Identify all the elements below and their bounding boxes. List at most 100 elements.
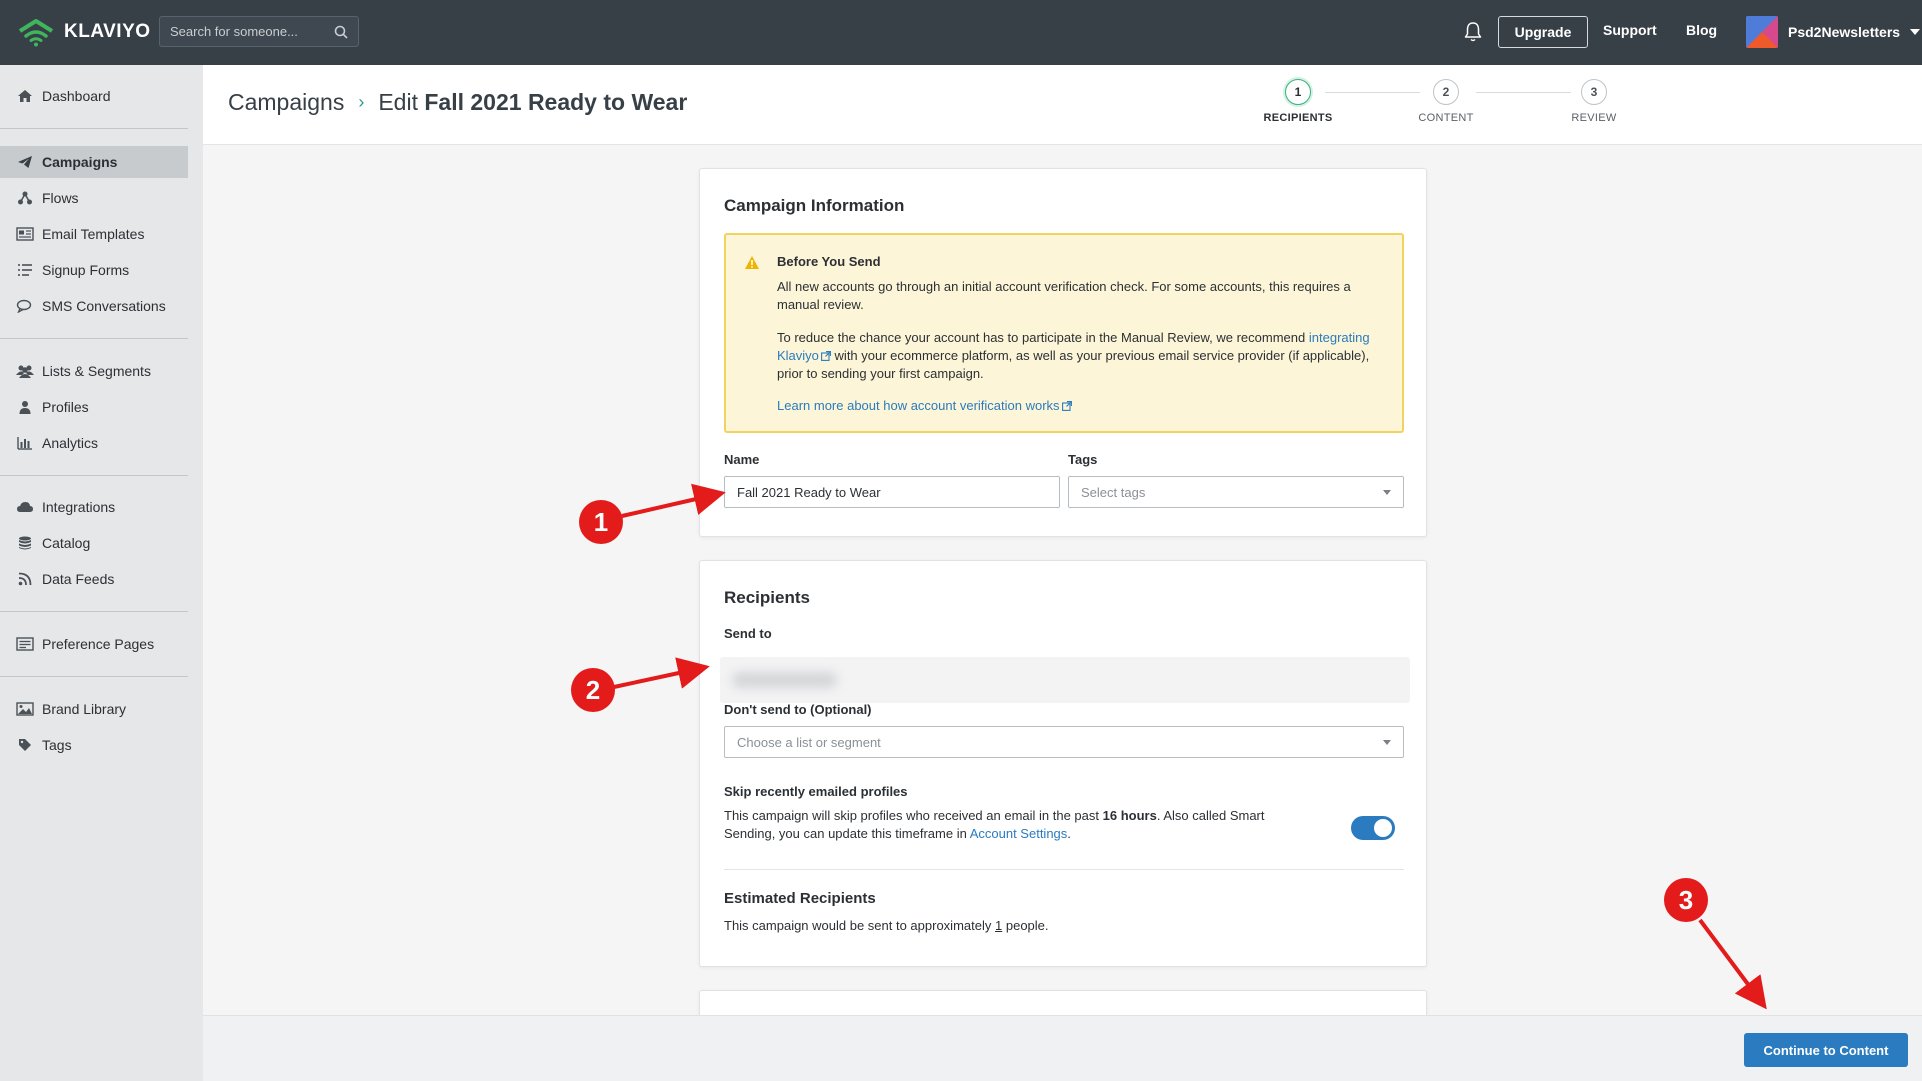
estimated-text: This campaign would be sent to approxima… [724,918,992,933]
breadcrumb: Campaigns › Edit Fall 2021 Ready to Wear [228,89,687,116]
step-review[interactable]: 3 REVIEW [1539,79,1649,124]
form-icon [16,262,34,278]
chevron-down-icon [1910,29,1921,35]
paper-plane-icon [16,154,34,170]
sidebar-item-brand-library[interactable]: Brand Library [0,693,188,725]
wizard-steps: 1 RECIPIENTS 2 CONTENT 3 REVIEW [1243,79,1903,129]
users-icon [16,363,34,379]
exclude-list-select[interactable]: Choose a list or segment [724,726,1404,758]
annotation-arrow-2 [613,657,710,689]
toggle-knob [1374,819,1392,837]
top-navigation-bar: KLAVIYO Search for someone... Upgrade Su… [0,0,1922,65]
sidebar-item-signup-forms[interactable]: Signup Forms [0,254,188,286]
step-label: REVIEW [1571,112,1617,124]
template-icon [16,226,34,242]
logo-text: KLAVIYO [64,21,151,42]
name-label: Name [724,452,760,467]
search-placeholder: Search for someone... [170,24,298,39]
bell-icon[interactable] [1463,21,1483,43]
exclude-list-placeholder: Choose a list or segment [737,734,881,750]
verification-notice: Before You Send All new accounts go thro… [724,233,1404,433]
klaviyo-logo-icon [18,19,54,47]
skip-recently-emailed-label: Skip recently emailed profiles [724,784,908,799]
sidebar-item-label: Dashboard [42,88,111,104]
campaign-title: Fall 2021 Ready to Wear [424,89,688,115]
sidebar-item-integrations[interactable]: Integrations [0,491,188,523]
rss-icon [16,571,34,587]
continue-to-content-button[interactable]: Continue to Content [1744,1033,1908,1067]
blog-link[interactable]: Blog [1686,22,1717,38]
sidebar-item-label: Flows [42,190,79,206]
sidebar-item-flows[interactable]: Flows [0,182,188,214]
redacted-list-chip [732,672,837,688]
account-avatar [1746,16,1778,48]
sidebar-item-sms-conversations[interactable]: SMS Conversations [0,290,188,322]
upgrade-button[interactable]: Upgrade [1498,16,1588,48]
send-to-select-redacted[interactable] [720,657,1410,703]
preference-icon [16,636,34,652]
smart-sending-description: This campaign will skip profiles who rec… [724,807,1284,843]
cloud-icon [16,499,34,515]
sidebar-item-label: Analytics [42,435,99,451]
sidebar-item-profiles[interactable]: Profiles [0,391,188,423]
sidebar-item-campaigns[interactable]: Campaigns [0,146,188,178]
send-to-label: Send to [724,626,772,641]
sidebar-item-label: Integrations [42,499,116,515]
klaviyo-logo[interactable]: KLAVIYO [16,17,151,47]
page-title-prefix: Edit [378,89,418,115]
image-icon [16,701,34,717]
smart-sending-text: . [1067,826,1071,841]
sidebar-item-email-templates[interactable]: Email Templates [0,218,188,250]
search-icon [334,25,348,39]
sidebar-divider [0,475,188,476]
sidebar-item-catalog[interactable]: Catalog [0,527,188,559]
sidebar: Dashboard Campaigns Flows Email Template… [0,65,203,1081]
page-title: Edit Fall 2021 Ready to Wear [378,89,687,116]
sidebar-divider [0,128,188,129]
breadcrumb-campaigns-link[interactable]: Campaigns [228,89,344,116]
learn-more-link[interactable]: Learn more about how account verificatio… [777,397,1387,415]
tag-icon [16,737,34,753]
sidebar-item-label: Email Templates [42,226,145,242]
link-text: Learn more about how account verificatio… [777,398,1060,413]
sidebar-item-preference-pages[interactable]: Preference Pages [0,628,188,660]
sidebar-item-data-feeds[interactable]: Data Feeds [0,563,188,595]
home-icon [16,88,34,104]
notice-text: To reduce the chance your account has to… [777,330,1306,345]
support-link[interactable]: Support [1603,22,1657,38]
sidebar-item-label: Catalog [42,535,91,551]
external-link-icon [820,351,831,361]
annotation-marker-1: 1 [579,500,623,544]
sidebar-item-lists-segments[interactable]: Lists & Segments [0,355,188,387]
sidebar-item-analytics[interactable]: Analytics [0,427,188,459]
sidebar-item-dashboard[interactable]: Dashboard [0,80,188,112]
step-label: RECIPIENTS [1263,112,1333,124]
sidebar-item-label: Lists & Segments [42,363,151,379]
estimated-count: 1 [995,918,1003,933]
account-settings-link[interactable]: Account Settings [970,826,1068,841]
sidebar-item-label: Profiles [42,399,89,415]
sidebar-item-label: Signup Forms [42,262,130,278]
account-menu[interactable]: Psd2Newsletters [1746,16,1921,48]
notice-paragraph: All new accounts go through an initial a… [777,279,1351,312]
smart-sending-hours: 16 hours [1102,808,1157,823]
step-recipients[interactable]: 1 RECIPIENTS [1243,79,1353,124]
search-input[interactable]: Search for someone... [159,16,359,47]
step-number: 1 [1285,79,1311,105]
sidebar-item-label: Tags [42,737,72,753]
bar-chart-icon [16,435,34,451]
database-icon [16,535,34,551]
tags-select[interactable]: Select tags [1068,476,1404,508]
account-name: Psd2Newsletters [1788,24,1901,40]
annotation-arrow-3 [1698,918,1767,1010]
sidebar-item-tags[interactable]: Tags [0,729,188,761]
sidebar-item-label: Data Feeds [42,571,115,587]
annotation-marker-3: 3 [1664,878,1708,922]
smart-sending-toggle[interactable] [1351,816,1395,840]
warning-icon [745,256,759,269]
card-title: Campaign Information [724,196,905,215]
campaign-name-input[interactable]: Fall 2021 Ready to Wear [724,476,1060,508]
footer-bar: Continue to Content [203,1015,1922,1081]
step-content[interactable]: 2 CONTENT [1391,79,1501,124]
chevron-down-icon [1383,490,1391,495]
